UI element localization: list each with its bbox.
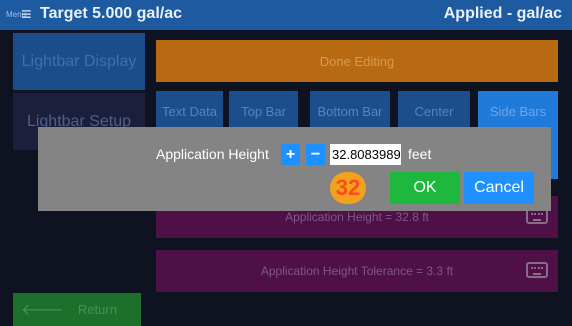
ok-button[interactable]: OK — [390, 172, 460, 204]
lightbar-display-button[interactable]: Lightbar Display — [13, 33, 145, 90]
return-button[interactable]: 🡐 Return — [13, 293, 141, 326]
value-badge: 32 — [330, 172, 366, 204]
target-rate: Target 5.000 gal/ac — [40, 5, 182, 22]
hamburger-icon[interactable]: ≡ — [21, 5, 32, 23]
tab-text-data[interactable]: Text Data — [156, 91, 223, 131]
decrement-button[interactable]: − — [306, 144, 325, 165]
tab-side-bars[interactable]: Side Bars — [478, 91, 558, 131]
setting-label: Application Height = 32.8 ft — [285, 210, 429, 224]
dialog-label: Application Height — [156, 146, 269, 162]
tab-top-bar[interactable]: Top Bar — [229, 91, 298, 131]
tab-center[interactable]: Center — [398, 91, 470, 131]
done-editing-button[interactable]: Done Editing — [156, 40, 558, 82]
tab-bottom-bar[interactable]: Bottom Bar — [310, 91, 390, 131]
height-value-input[interactable] — [330, 144, 401, 165]
keyboard-icon[interactable] — [526, 262, 548, 278]
increment-button[interactable]: + — [281, 144, 300, 165]
applied-rate: Applied - gal/ac — [443, 5, 562, 22]
units-label: feet — [408, 146, 432, 162]
header-bar: Menu ≡ Target 5.000 gal/ac Applied - gal… — [0, 0, 572, 30]
edit-value-dialog: Application Height + − feet 32 OK Cancel — [38, 127, 551, 211]
arrow-left-icon: 🡐 — [21, 302, 64, 319]
application-height-tolerance-setting[interactable]: Application Height Tolerance = 3.3 ft — [156, 250, 558, 292]
setting-label: Application Height Tolerance = 3.3 ft — [260, 264, 454, 278]
cancel-button[interactable]: Cancel — [464, 172, 534, 204]
return-label: Return — [77, 302, 117, 317]
